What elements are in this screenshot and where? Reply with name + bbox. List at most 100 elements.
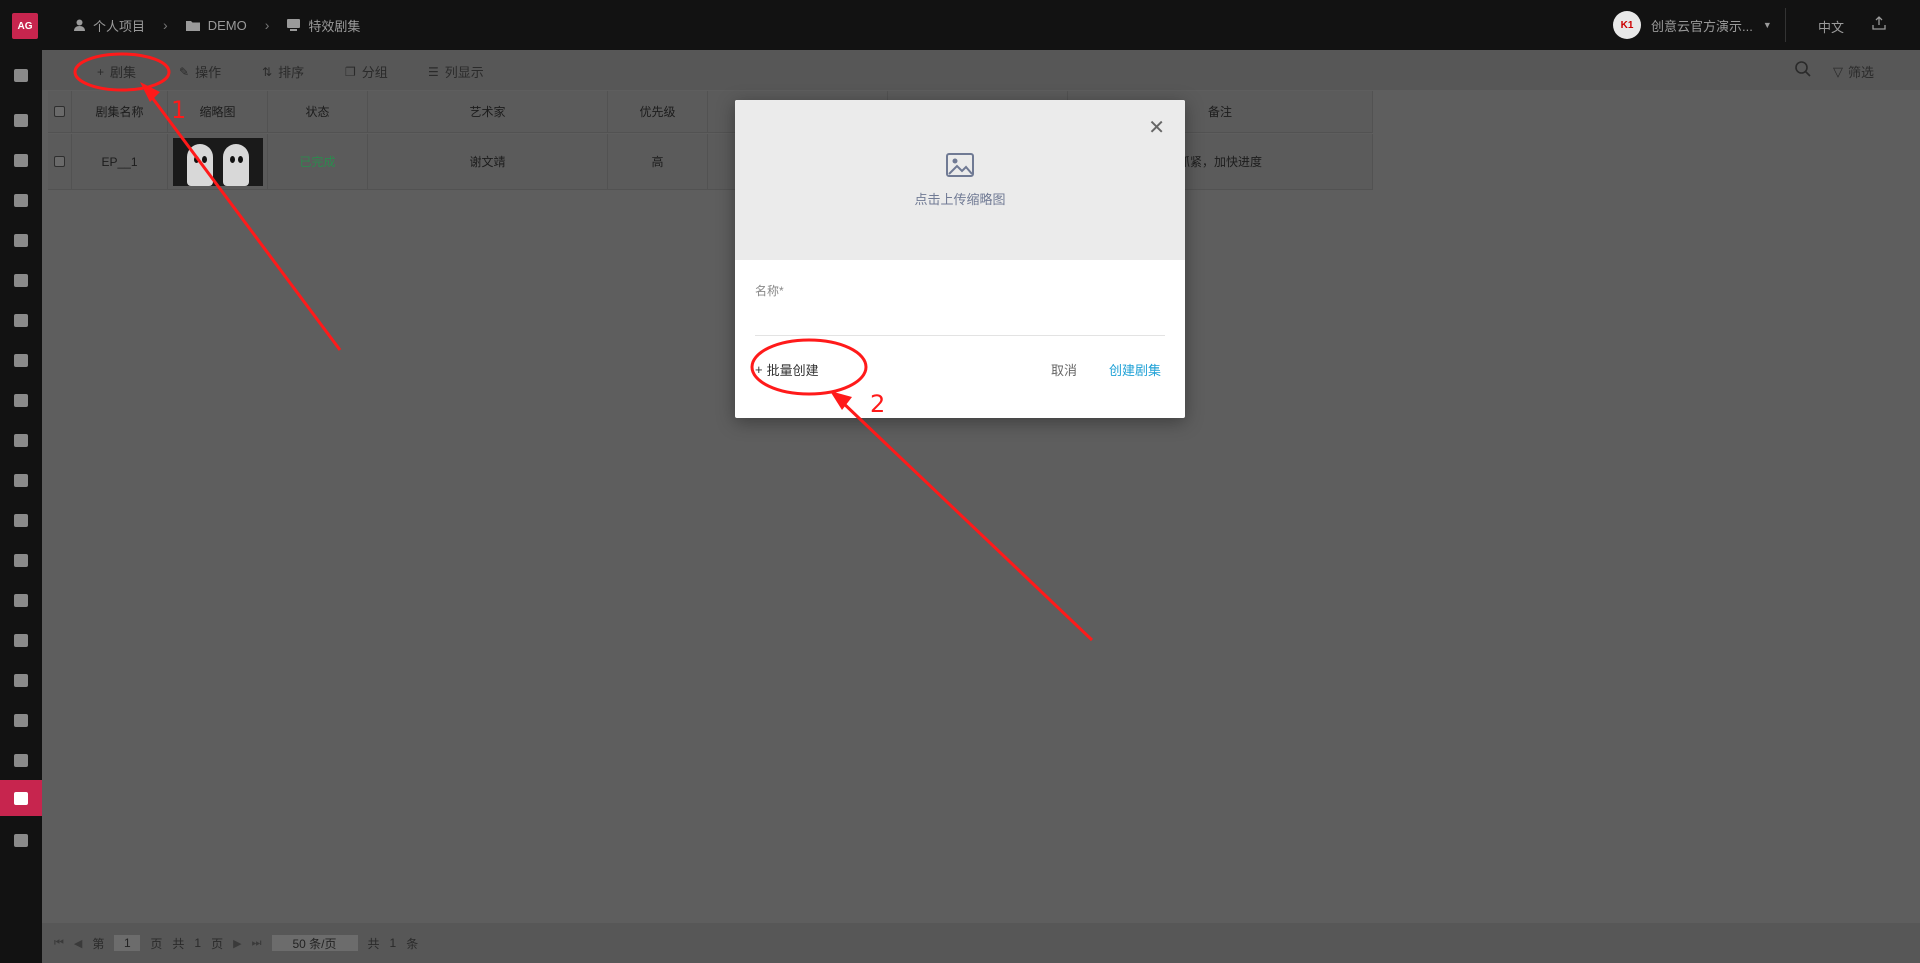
- plus-icon: +: [755, 362, 763, 377]
- group-button[interactable]: ❐ 分组: [345, 62, 388, 81]
- page-input[interactable]: 1: [114, 935, 141, 951]
- breadcrumb-label: 个人项目: [93, 18, 146, 34]
- chevron-right-icon: ›: [264, 17, 270, 33]
- sidebar-item-4[interactable]: [0, 222, 42, 258]
- operate-label: 操作: [195, 65, 222, 80]
- sort-icon: ⇅: [262, 64, 273, 79]
- total-prefix: 共: [367, 936, 380, 951]
- document-icon: [14, 113, 28, 127]
- app-logo[interactable]: AG: [12, 13, 38, 39]
- columns-button[interactable]: ☰ 列显示: [428, 62, 484, 81]
- avatar: K1: [1613, 11, 1641, 39]
- first-page-icon[interactable]: ⏮: [54, 937, 64, 950]
- annotation-step-2: 2: [870, 390, 886, 418]
- users-icon: [14, 193, 28, 207]
- page-size-select[interactable]: 50 条/页: [271, 935, 358, 951]
- sidebar-item-3[interactable]: [0, 182, 42, 218]
- upload-text: 点击上传缩略图: [914, 191, 1006, 207]
- language-switch[interactable]: 中文: [1818, 17, 1844, 36]
- sort-label: 排序: [278, 65, 305, 80]
- cancel-button[interactable]: 取消: [1051, 360, 1077, 379]
- sidebar-item-9[interactable]: [0, 422, 42, 458]
- next-page-icon[interactable]: ▶: [233, 937, 241, 950]
- total-pages-prefix: 共: [172, 936, 185, 951]
- sidebar-item-13[interactable]: [0, 582, 42, 618]
- sidebar-item-10[interactable]: [0, 462, 42, 498]
- batch-create-button[interactable]: + 批量创建: [755, 360, 819, 379]
- cell-priority[interactable]: 高: [608, 134, 708, 189]
- table-icon: [14, 273, 28, 287]
- breadcrumb-label: 特效剧集: [308, 18, 361, 34]
- sidebar-item-14[interactable]: [0, 622, 42, 658]
- batch-create-label: 批量创建: [766, 363, 819, 378]
- prev-page-icon[interactable]: ◀: [74, 937, 82, 950]
- operate-button[interactable]: ✎ 操作: [179, 62, 221, 81]
- sidebar-item-2[interactable]: [0, 142, 42, 178]
- ghost-figure: [186, 143, 213, 186]
- add-episode-button[interactable]: + 剧集: [97, 62, 136, 81]
- sidebar-item-11[interactable]: [0, 502, 42, 538]
- sort-button[interactable]: ⇅ 排序: [262, 62, 304, 81]
- ghost-figure: [222, 143, 249, 186]
- header-name[interactable]: 剧集名称: [72, 91, 168, 132]
- filter-icon: ▽: [1833, 63, 1843, 79]
- sidebar-item-16[interactable]: [0, 702, 42, 738]
- breadcrumb: 个人项目 › DEMO › 特效剧集: [74, 0, 360, 50]
- search-icon[interactable]: [1794, 60, 1812, 78]
- select-all-checkbox[interactable]: [48, 91, 72, 132]
- divider: [1785, 8, 1786, 42]
- name-field[interactable]: [755, 300, 1165, 336]
- episode-icon: [287, 19, 301, 31]
- page-suffix: 页: [150, 936, 163, 951]
- shirt-icon: [14, 513, 28, 527]
- last-page-icon[interactable]: ⏭: [252, 937, 262, 950]
- cell-thumbnail[interactable]: [168, 134, 268, 189]
- header-priority[interactable]: 优先级: [608, 91, 708, 132]
- cell-artist[interactable]: 谢文靖: [368, 134, 608, 189]
- total-pages: 1: [194, 936, 202, 950]
- yen-icon: [14, 353, 28, 367]
- header-status[interactable]: 状态: [268, 91, 368, 132]
- toolbar: + 剧集 ✎ 操作 ⇅ 排序 ❐ 分组 ☰ 列显示 ▽ 筛选: [42, 50, 1920, 90]
- sidebar-item-8[interactable]: [0, 382, 42, 418]
- export-icon[interactable]: [1872, 16, 1886, 30]
- sidebar-item-17[interactable]: [0, 742, 42, 778]
- sidebar-item-6[interactable]: [0, 302, 42, 338]
- target-icon: [14, 753, 28, 767]
- database-icon: [14, 233, 28, 247]
- folder-icon: [185, 20, 200, 31]
- user-name: 创意云官方演示...: [1651, 18, 1753, 34]
- cycle-icon: [14, 633, 28, 647]
- sidebar-item-1[interactable]: [0, 102, 42, 138]
- thumbnail-upload-area[interactable]: 点击上传缩略图: [735, 100, 1185, 260]
- sidebar: [0, 50, 42, 963]
- add-episode-label: 剧集: [110, 65, 137, 80]
- breadcrumb-item-personal-projects[interactable]: 个人项目: [74, 16, 145, 35]
- film-icon: [14, 713, 28, 727]
- cell-status[interactable]: 已完成: [268, 134, 368, 189]
- create-episode-button[interactable]: 创建剧集: [1109, 360, 1161, 379]
- header-artist[interactable]: 艺术家: [368, 91, 608, 132]
- sidebar-item-apps[interactable]: [0, 57, 42, 93]
- breadcrumb-item-demo[interactable]: DEMO: [185, 18, 247, 33]
- clock-icon: [14, 313, 28, 327]
- checkbox-icon: [54, 106, 65, 117]
- close-icon[interactable]: ✕: [1148, 118, 1165, 138]
- user-menu[interactable]: K1 创意云官方演示... ▼: [1613, 11, 1772, 39]
- tools-icon: [14, 553, 28, 567]
- filter-button[interactable]: ▽ 筛选: [1833, 62, 1874, 81]
- row-checkbox[interactable]: [48, 134, 72, 189]
- sidebar-item-5[interactable]: [0, 262, 42, 298]
- image-icon: [946, 152, 974, 177]
- annotation-step-1: 1: [171, 96, 187, 124]
- sidebar-item-12[interactable]: [0, 542, 42, 578]
- chevron-right-icon: ›: [163, 17, 168, 33]
- sidebar-item-15[interactable]: [0, 662, 42, 698]
- cell-name[interactable]: EP__1: [72, 134, 168, 189]
- caret-down-icon: ▼: [1762, 20, 1772, 30]
- sidebar-item-7[interactable]: [0, 342, 42, 378]
- total-count: 1: [389, 936, 397, 950]
- sidebar-item-19[interactable]: [0, 822, 42, 858]
- breadcrumb-item-episodes[interactable]: 特效剧集: [287, 16, 360, 35]
- sidebar-item-episodes[interactable]: [0, 780, 42, 816]
